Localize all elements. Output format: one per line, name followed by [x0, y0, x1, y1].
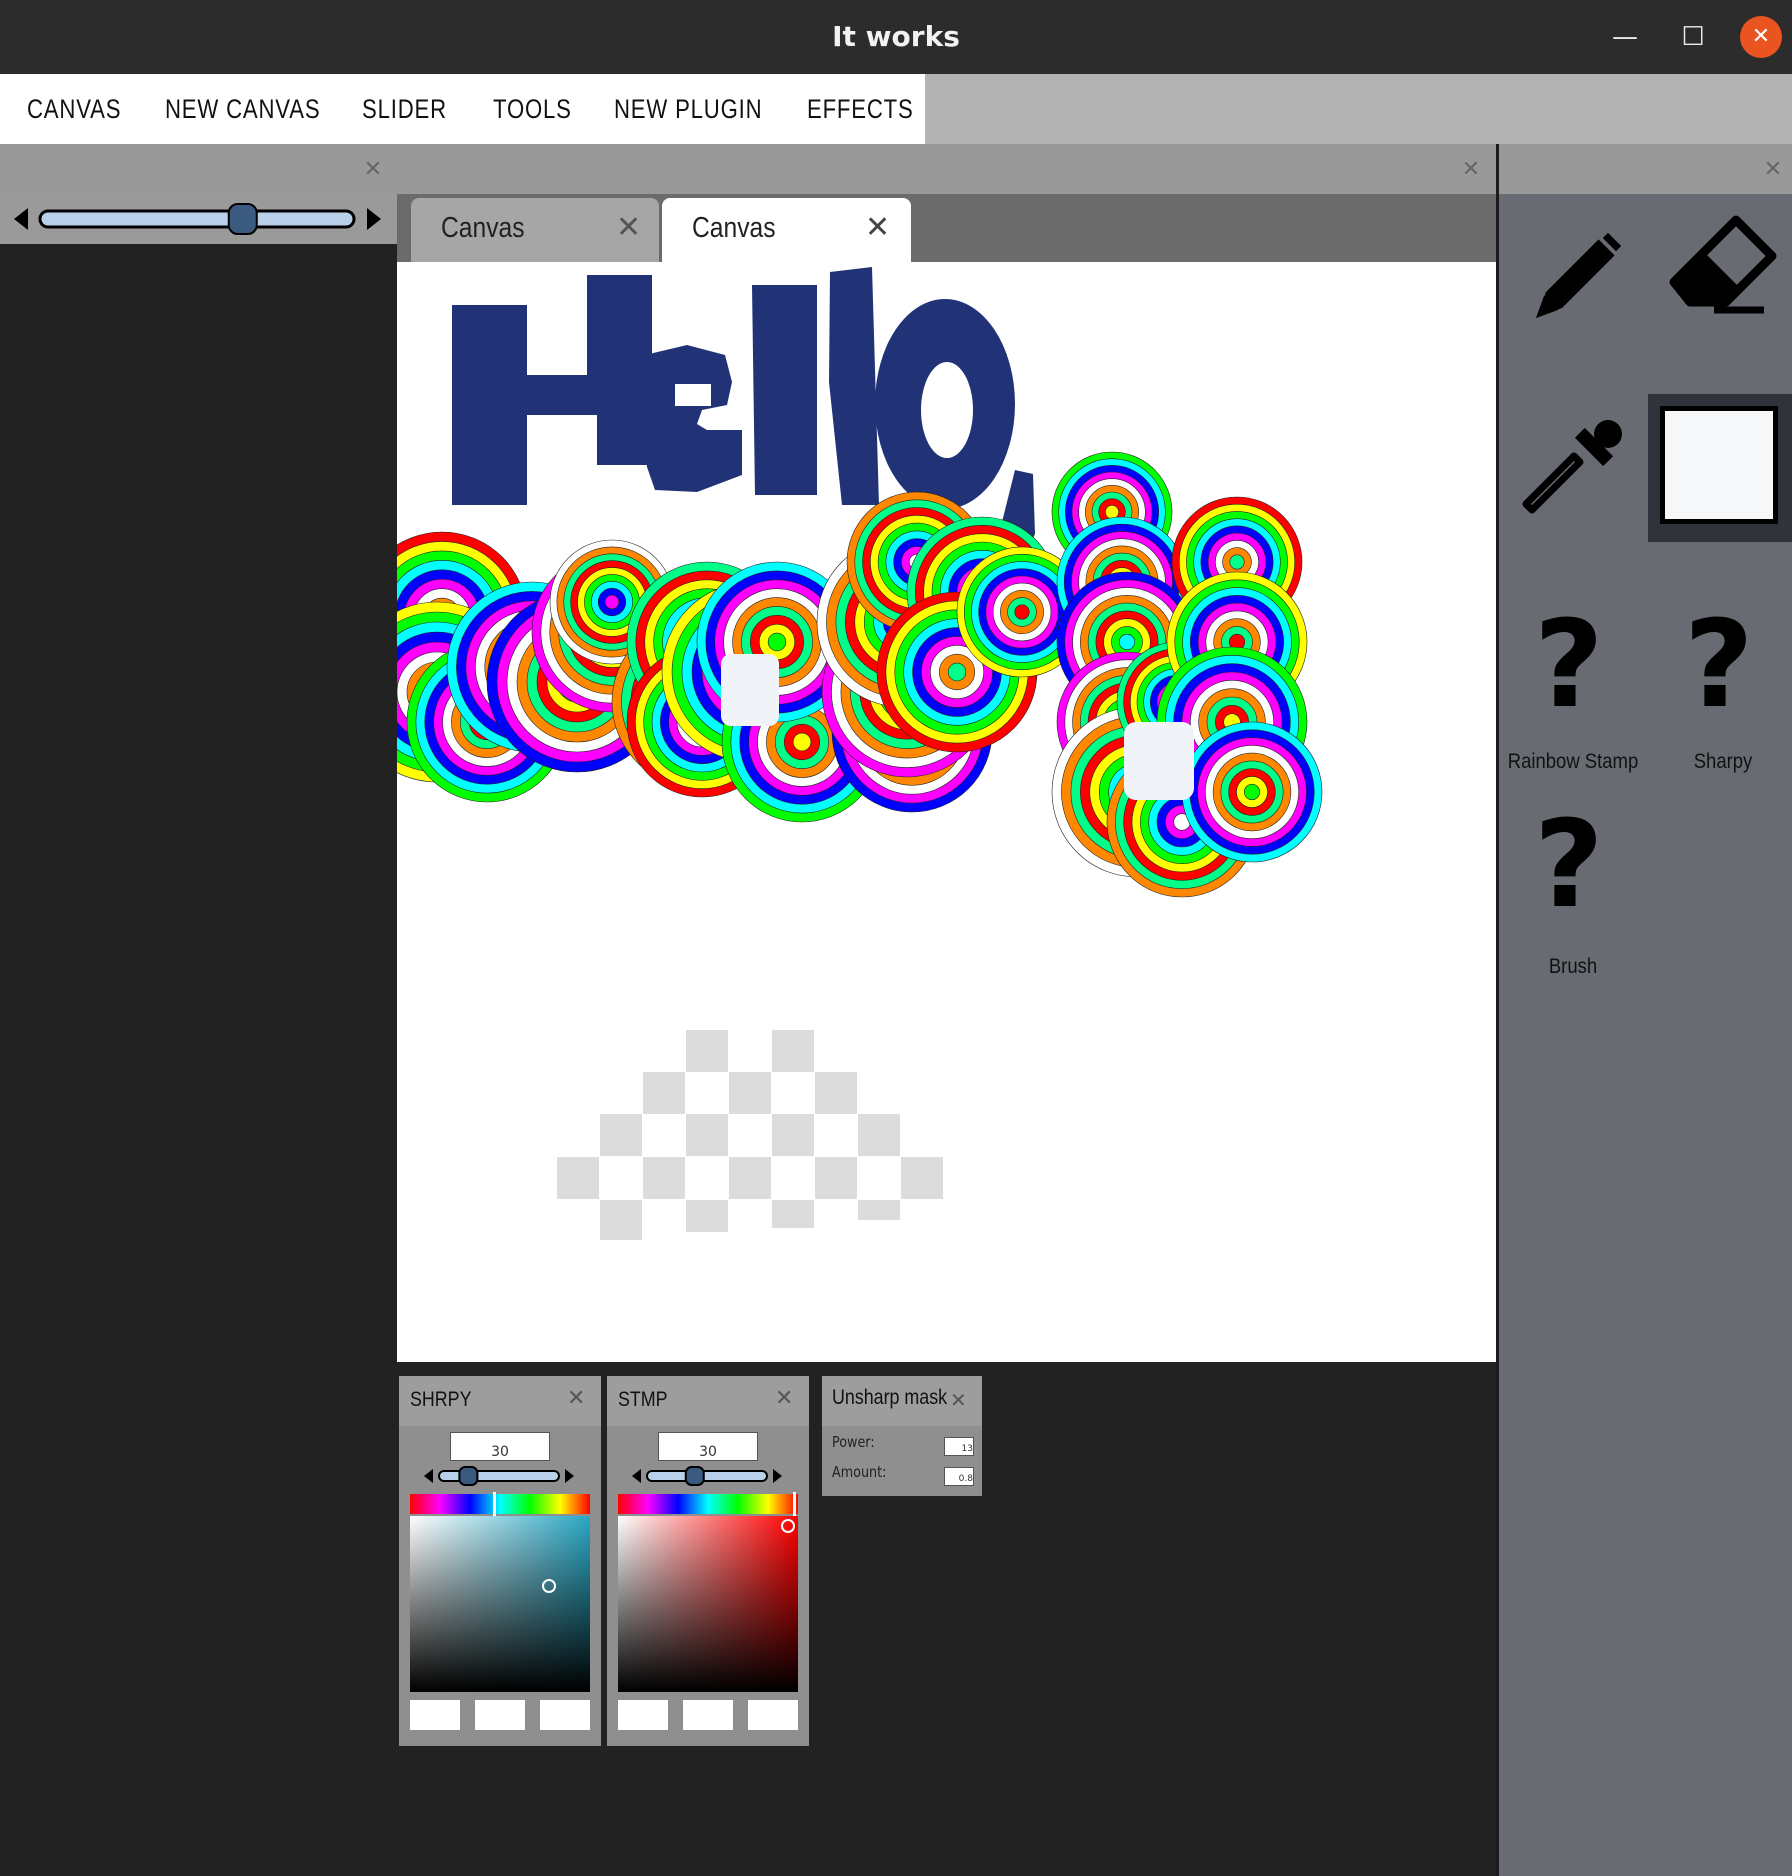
picker-marker [542, 1579, 556, 1593]
menu-canvas[interactable]: CANVAS [27, 74, 121, 144]
left-panel-body [0, 244, 397, 1876]
menu-new-plugin[interactable]: NEW PLUGIN [614, 74, 762, 144]
color-field-g[interactable] [683, 1700, 733, 1730]
menu-bar-items-bg [0, 74, 925, 144]
color-field-g[interactable] [475, 1700, 525, 1730]
eyedropper-tool[interactable] [1504, 410, 1644, 550]
sharpy-label[interactable]: Sharpy [1657, 750, 1789, 774]
left-slider[interactable] [0, 194, 397, 244]
rainbow-stamp-label[interactable]: Rainbow Stamp [1507, 750, 1639, 774]
rainbow-ring [792, 732, 812, 752]
stmp-value-field[interactable]: 30 [658, 1432, 758, 1461]
left-panel-close-icon[interactable]: ✕ [361, 158, 385, 182]
color-field-b[interactable] [748, 1700, 798, 1730]
checker-pattern [557, 1030, 943, 1240]
center-panel-header [397, 144, 1498, 194]
menu-slider[interactable]: SLIDER [362, 74, 447, 144]
left-panel-header [0, 144, 397, 194]
window-title: It works [832, 20, 960, 53]
picker-marker [781, 1519, 795, 1533]
slider-right-arrow-icon [773, 1469, 782, 1483]
stmp-color-picker[interactable] [618, 1516, 798, 1692]
canvas-drawing [397, 267, 1323, 1240]
center-panel-close-icon[interactable]: ✕ [1459, 158, 1483, 182]
panel-separator [1496, 144, 1499, 1876]
shrpy-value-field[interactable]: 30 [450, 1432, 550, 1461]
hue-bar[interactable] [410, 1494, 590, 1514]
hue-bar[interactable] [618, 1494, 798, 1514]
question-icon: ? [1684, 596, 1754, 735]
hue-marker [793, 1492, 796, 1516]
rainbow-stamps [397, 451, 1323, 898]
stamp-gap [721, 654, 779, 726]
color-swatch [1660, 406, 1778, 524]
plugin-title: SHRPY [410, 1388, 472, 1411]
color-tool[interactable] [1648, 394, 1792, 542]
color-field-b[interactable] [540, 1700, 590, 1730]
stmp-plugin-panel: STMP ✕ 30 [607, 1376, 809, 1746]
shrpy-plugin-panel: SHRPY ✕ 30 [399, 1376, 601, 1746]
tab-close-icon[interactable]: ✕ [865, 210, 890, 245]
eyedropper-icon [1522, 420, 1622, 514]
slider-thumb [684, 1466, 705, 1486]
question-icon: ? [1534, 596, 1604, 735]
rainbow-ring [1118, 633, 1136, 651]
plugin-title: Unsharp mask [832, 1386, 948, 1409]
slider-left-arrow-icon [632, 1469, 641, 1483]
tab-close-icon[interactable]: ✕ [616, 210, 641, 245]
menu-new-canvas[interactable]: NEW CANVAS [165, 74, 320, 144]
rainbow-ring [1105, 505, 1119, 519]
plugin-close-icon[interactable]: ✕ [567, 1386, 585, 1411]
close-window-button[interactable]: ✕ [1740, 16, 1782, 58]
amount-field[interactable]: 0.8 [944, 1467, 974, 1486]
tools-panel-header [1498, 144, 1792, 194]
rainbow-ring [1014, 604, 1030, 620]
rainbow-ring [604, 594, 620, 610]
amount-label: Amount: [832, 1463, 887, 1481]
hue-marker [493, 1492, 496, 1516]
plugin-close-icon[interactable]: ✕ [775, 1386, 793, 1411]
eraser-tool[interactable] [1654, 210, 1792, 350]
tab-label: Canvas [441, 212, 525, 244]
slider-thumb [458, 1466, 479, 1486]
minimize-button[interactable]: — [1602, 14, 1648, 60]
shrpy-slider[interactable] [419, 1464, 579, 1488]
tab-canvas-2[interactable]: Canvas ✕ [662, 198, 911, 262]
rainbow-ring [767, 632, 787, 652]
eraser-icon [1669, 215, 1777, 314]
color-field-r[interactable] [410, 1700, 460, 1730]
menu-tools[interactable]: TOOLS [493, 74, 572, 144]
stamp-gap [1124, 722, 1194, 800]
slider-right-arrow-icon [565, 1469, 574, 1483]
plugin-title: STMP [618, 1388, 668, 1411]
left-slider-panel [0, 194, 397, 244]
tab-label: Canvas [692, 212, 776, 244]
tab-canvas-1[interactable]: Canvas ✕ [411, 198, 659, 262]
maximize-button[interactable]: ☐ [1670, 14, 1716, 60]
power-field[interactable]: 13 [944, 1437, 974, 1456]
drawing-canvas[interactable] [397, 262, 1498, 1362]
slider-thumb [227, 203, 258, 235]
tools-panel-close-icon[interactable]: ✕ [1761, 158, 1785, 182]
slider-right-arrow-icon [367, 208, 381, 230]
slider-left-arrow-icon [14, 208, 28, 230]
stmp-slider[interactable] [627, 1464, 787, 1488]
shrpy-color-picker[interactable] [410, 1516, 590, 1692]
question-icon: ? [1534, 796, 1604, 935]
color-field-r[interactable] [618, 1700, 668, 1730]
plugin-close-icon[interactable]: ✕ [950, 1388, 967, 1412]
slider-track [38, 209, 356, 229]
rainbow-ring [947, 662, 967, 682]
pencil-tool[interactable] [1504, 210, 1644, 350]
power-label: Power: [832, 1433, 875, 1451]
pencil-icon [1536, 227, 1627, 318]
menu-effects[interactable]: EFFECTS [807, 74, 914, 144]
unsharp-mask-plugin-panel: Unsharp mask ✕ Power: 13 Amount: 0.8 [822, 1376, 982, 1496]
slider-left-arrow-icon [424, 1469, 433, 1483]
rainbow-ring [1229, 554, 1245, 570]
brush-label[interactable]: Brush [1507, 955, 1639, 979]
rainbow-ring [1243, 783, 1261, 801]
